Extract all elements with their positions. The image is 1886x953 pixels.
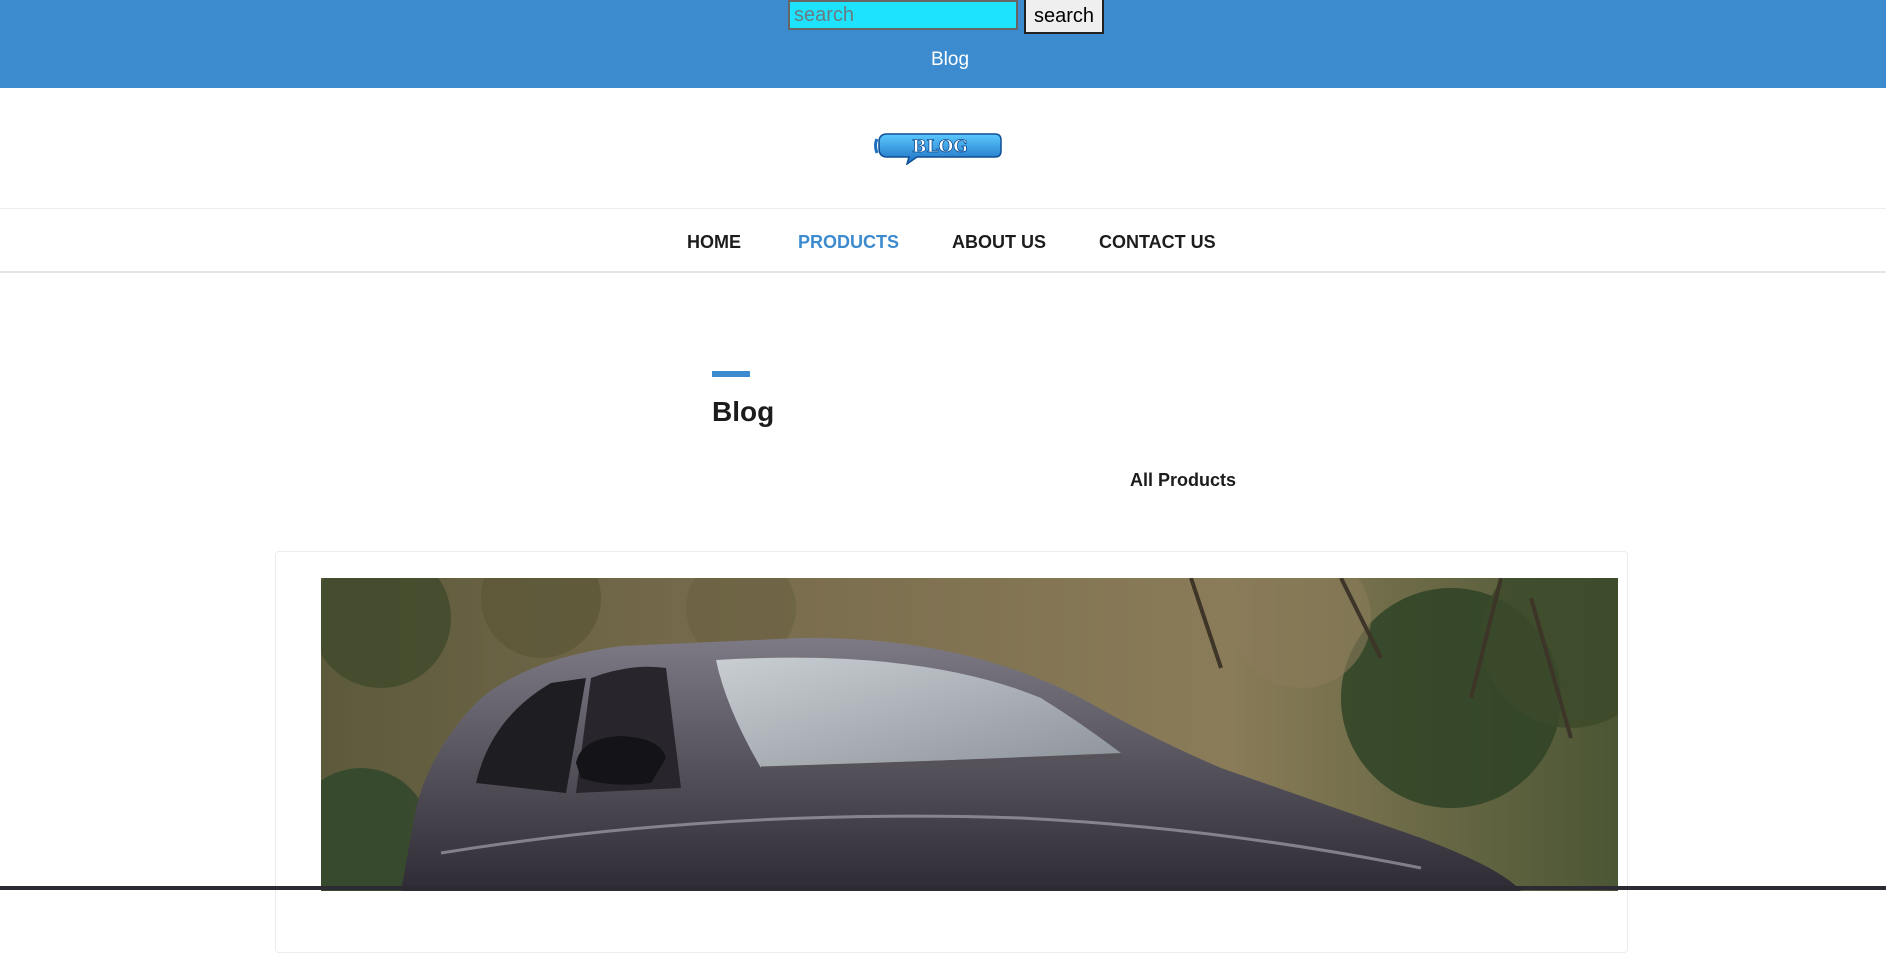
product-image[interactable]: [321, 578, 1618, 891]
car-photo: [321, 578, 1618, 891]
nav-home[interactable]: HOME: [687, 232, 741, 253]
nav-divider: [0, 271, 1886, 273]
nav-contact-us[interactable]: CONTACT US: [1099, 232, 1216, 253]
blog-logo-image: BLOG: [874, 133, 1002, 166]
header-divider: [0, 208, 1886, 209]
nav-products[interactable]: PRODUCTS: [798, 232, 899, 253]
site-title-link[interactable]: Blog: [0, 49, 1886, 71]
product-card: [275, 551, 1628, 953]
search-form: search: [788, 0, 1104, 34]
search-input[interactable]: [788, 0, 1018, 30]
blog-logo[interactable]: BLOG: [873, 131, 1003, 166]
page-title: Blog: [712, 396, 775, 427]
all-products-link[interactable]: All Products: [1130, 470, 1236, 491]
search-button[interactable]: search: [1024, 0, 1104, 34]
heading-accent-bar: [712, 371, 750, 377]
top-bar: search Blog: [0, 0, 1886, 88]
nav-about-us[interactable]: ABOUT US: [952, 232, 1046, 253]
svg-text:BLOG: BLOG: [912, 137, 968, 157]
bottom-edge: [0, 886, 1886, 890]
